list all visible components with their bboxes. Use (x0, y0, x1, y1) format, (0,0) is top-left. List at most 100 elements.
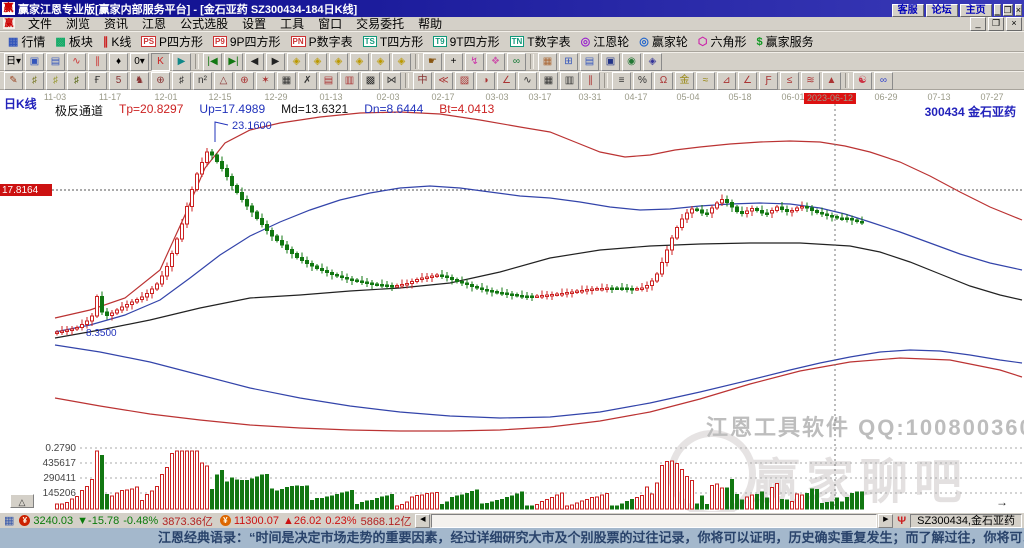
wave-line[interactable]: ∿ (518, 71, 537, 90)
gann-diamond-5[interactable]: ◈ (371, 52, 390, 71)
pan-hand[interactable]: ☛ (423, 52, 442, 71)
piano-tool[interactable]: ≡ (612, 71, 631, 90)
square-n2[interactable]: n² (193, 71, 212, 90)
calculator[interactable]: ⊞ (559, 52, 578, 71)
grid-sq-2[interactable]: ▥ (560, 71, 579, 90)
quote-grid-icon[interactable]: ▦ (4, 514, 14, 527)
waves-tool[interactable]: ≋ (801, 71, 820, 90)
toolbar-button-江恩轮[interactable]: ◎ 江恩轮 (576, 33, 635, 50)
restore-button[interactable]: ❐ (1002, 3, 1013, 16)
toolbar-button-赢家服务[interactable]: $ 赢家服务 (752, 33, 819, 50)
menu-item-窗口[interactable]: 窗口 (311, 15, 349, 32)
trend-view[interactable]: ∿ (67, 52, 86, 71)
menu-item-江恩[interactable]: 江恩 (135, 15, 173, 32)
chart-layout[interactable]: ▣ (25, 52, 44, 71)
magic-tool[interactable]: ❖ (486, 52, 505, 71)
last-bar[interactable]: ▶| (224, 52, 243, 71)
gann-grid-2[interactable]: ♯ (46, 71, 65, 90)
triangle-tool[interactable]: △ (214, 71, 233, 90)
prev-bar[interactable]: ◀ (245, 52, 264, 71)
gann-diamond-4[interactable]: ◈ (350, 52, 369, 71)
star-tool[interactable]: ✶ (256, 71, 275, 90)
indicator-k[interactable]: K (151, 52, 170, 71)
save[interactable]: ▣ (601, 52, 620, 71)
toolbar-button-P四方形[interactable]: PS P四方形 (136, 33, 208, 50)
bowtie-tool[interactable]: ⋈ (382, 71, 401, 90)
angle-tool-2[interactable]: ∠ (738, 71, 757, 90)
gann-knight[interactable]: ♞ (130, 71, 149, 90)
candlestick-chart[interactable]: 0.2790 435617 290411 145206 17.8164 23.1600 8.… (0, 90, 1024, 512)
circle-cross[interactable]: ⊕ (235, 71, 254, 90)
crosshair[interactable]: + (444, 52, 463, 71)
toolbar-button-9T四方形[interactable]: T9 9T四方形 (428, 33, 504, 50)
infinity-tool[interactable]: ∞ (874, 71, 893, 90)
child-restore-button[interactable]: ❐ (988, 16, 1004, 31)
wedge-tool[interactable]: ⊿ (717, 71, 736, 90)
notebook[interactable]: ▤ (580, 52, 599, 71)
gann-circle[interactable]: ⊕ (151, 71, 170, 90)
titlebar-button-论坛[interactable]: 论坛 (925, 3, 958, 17)
gann-diamond-2[interactable]: ◈ (308, 52, 327, 71)
titlebar-button-主页[interactable]: 主页 (959, 3, 992, 17)
toolbar-button-K线[interactable]: ∥ K线 (98, 33, 137, 50)
gann-diamond-1[interactable]: ◈ (287, 52, 306, 71)
shanghai-index-icon[interactable]: ¥ (19, 515, 31, 526)
candle-style[interactable]: ♦ (109, 52, 128, 71)
hatch-box[interactable]: ▨ (455, 71, 474, 90)
close-button[interactable]: × (1014, 3, 1022, 16)
horizontal-scrollbar[interactable] (431, 513, 878, 528)
volume-pane-toggle[interactable]: △ (10, 494, 34, 508)
percent-tool[interactable]: % (633, 71, 652, 90)
slope-tool[interactable]: ▲ (822, 71, 841, 90)
gann-diamond-6[interactable]: ◈ (392, 52, 411, 71)
first-bar[interactable]: |◀ (203, 52, 222, 71)
wave-m[interactable]: ✗ (298, 71, 317, 90)
menu-item-文件[interactable]: 文件 (21, 15, 59, 32)
publish[interactable]: ◈ (643, 52, 662, 71)
bar-view[interactable]: ∥ (88, 52, 107, 71)
gold-ratio-1[interactable]: 金 (675, 71, 694, 90)
next-bar[interactable]: ▶ (266, 52, 285, 71)
color-flag[interactable]: ▶ (172, 52, 191, 71)
toolbar-button-板块[interactable]: ▩ 板块 (50, 33, 97, 50)
chart-area[interactable]: 江恩工具软件 QQ:100800360 赢家聊吧 0.2790 435617 290… (0, 90, 1024, 512)
snapshot[interactable]: ◉ (622, 52, 641, 71)
toolbar-button-P数字表[interactable]: PN P数字表 (286, 33, 358, 50)
toolbar-button-T数字表[interactable]: TN T数字表 (505, 33, 576, 50)
fan-lines[interactable]: ≪ (434, 71, 453, 90)
menu-item-工具[interactable]: 工具 (273, 15, 311, 32)
info-view[interactable]: ▤ (46, 52, 65, 71)
angle-line[interactable]: ∠ (497, 71, 516, 90)
grid-sq-1[interactable]: ▦ (539, 71, 558, 90)
gann-grid-3[interactable]: ♯ (67, 71, 86, 90)
period-daily[interactable]: 日▾ (4, 52, 23, 71)
grid-box[interactable]: ▦ (277, 71, 296, 90)
toolbar-button-行情[interactable]: ▦ 行情 (3, 33, 50, 50)
grid-red-2[interactable]: ▥ (340, 71, 359, 90)
child-close-button[interactable]: × (1006, 16, 1022, 31)
shenzhen-index-icon[interactable]: ¥ (219, 515, 231, 526)
titlebar-button-客服[interactable]: 客服 (891, 3, 924, 17)
menu-item-资讯[interactable]: 资讯 (97, 15, 135, 32)
arc-tool[interactable]: ◑ (476, 71, 495, 90)
gann-grid-4[interactable]: ♯ (172, 71, 191, 90)
gann-grid-1[interactable]: ♯ (25, 71, 44, 90)
omega-tool[interactable]: Ω (654, 71, 673, 90)
toolbar-button-9P四方形[interactable]: P9 9P四方形 (208, 33, 285, 50)
slash-lines[interactable]: ∥ (581, 71, 600, 90)
lte-tool[interactable]: ≤ (780, 71, 799, 90)
minimize-button[interactable]: _ (993, 3, 1001, 16)
menu-item-公式选股[interactable]: 公式选股 (173, 15, 235, 32)
binoculars[interactable]: ∞ (507, 52, 526, 71)
gann-tool-t[interactable]: Ғ (88, 71, 107, 90)
menu-item-交易委托[interactable]: 交易委托 (349, 15, 411, 32)
measure-tool[interactable]: ↯ (465, 52, 484, 71)
menu-item-帮助[interactable]: 帮助 (411, 15, 449, 32)
grid-red-1[interactable]: ▤ (319, 71, 338, 90)
f-tool[interactable]: Ƒ (759, 71, 778, 90)
toolbar-button-T四方形[interactable]: TS T四方形 (358, 33, 429, 50)
toolbar-button-六角形[interactable]: ⬡ 六角形 (693, 33, 752, 50)
frame-tool[interactable]: 中 (413, 71, 432, 90)
calendar[interactable]: ▦ (538, 52, 557, 71)
menu-item-浏览[interactable]: 浏览 (59, 15, 97, 32)
